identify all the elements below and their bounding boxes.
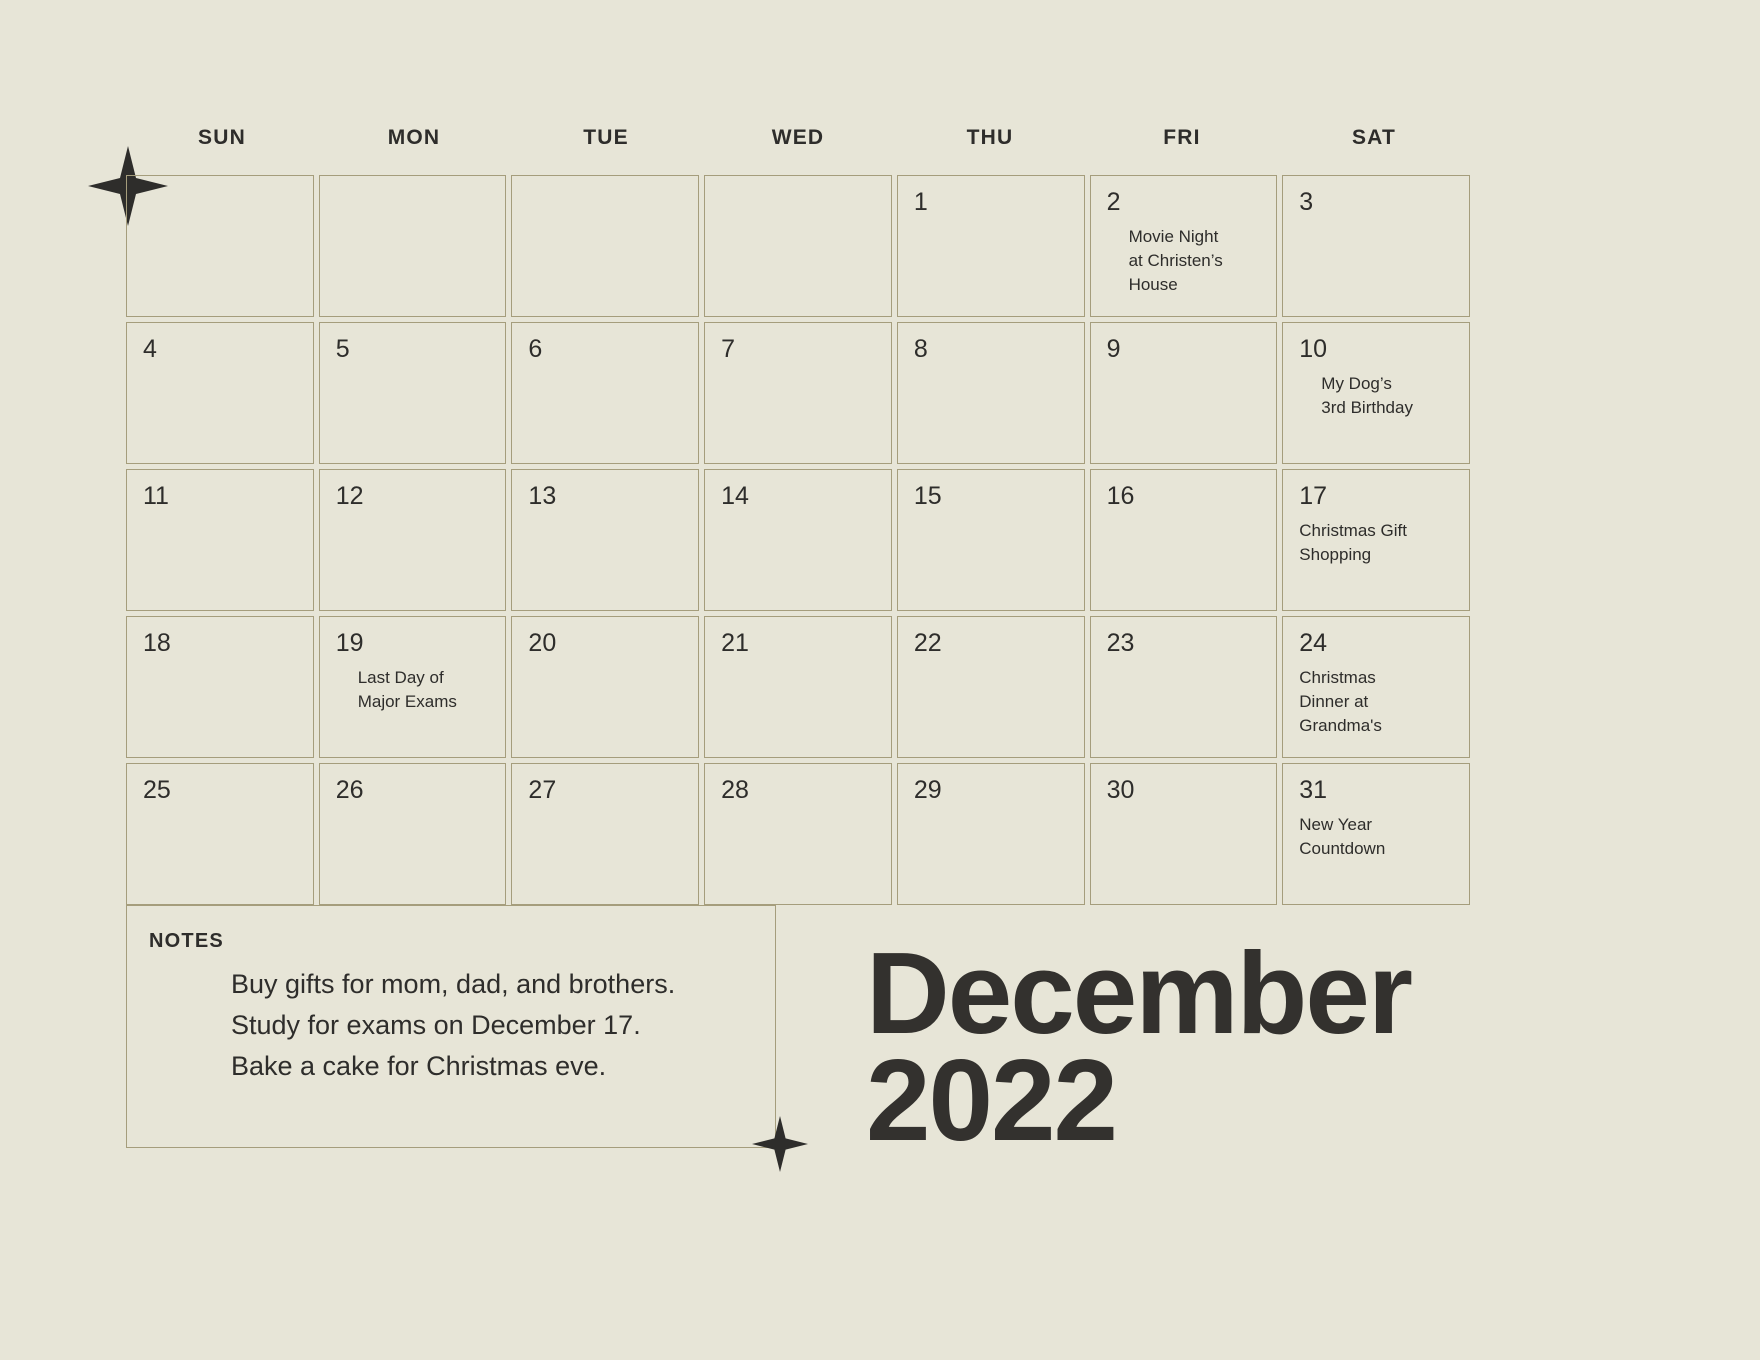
day-cell[interactable] bbox=[511, 175, 700, 317]
day-cell[interactable]: 24 Christmas Dinner at Grandma's bbox=[1282, 616, 1470, 758]
day-event: Movie Night at Christen’s House bbox=[1128, 227, 1223, 295]
day-cell[interactable]: 15 bbox=[896, 469, 1085, 611]
day-event: My Dog’s 3rd Birthday bbox=[1321, 374, 1413, 418]
day-number: 19 bbox=[335, 629, 364, 657]
day-event: Christmas Gift Shopping bbox=[1299, 521, 1407, 565]
day-number: 10 bbox=[1299, 335, 1328, 363]
weekday-label-sat: SAT bbox=[1351, 126, 1397, 149]
day-number: 12 bbox=[335, 482, 364, 510]
day-number: 8 bbox=[913, 335, 928, 363]
day-cell[interactable]: 16 bbox=[1089, 469, 1278, 611]
day-number: 16 bbox=[1106, 482, 1135, 510]
day-event: Last Day of Major Exams bbox=[357, 668, 457, 712]
weekday-header-row: SUN MON TUE WED THU FRI SAT bbox=[126, 126, 1470, 150]
day-number: 15 bbox=[913, 482, 942, 510]
notes-title: NOTES bbox=[149, 930, 224, 952]
day-number: 14 bbox=[721, 482, 749, 510]
day-cell[interactable]: 25 bbox=[126, 763, 314, 905]
day-cell[interactable]: 19 Last Day of Major Exams bbox=[318, 616, 507, 758]
day-cell[interactable]: 1 bbox=[896, 175, 1085, 317]
day-number: 11 bbox=[143, 482, 169, 510]
day-number: 24 bbox=[1299, 629, 1328, 657]
day-number: 29 bbox=[913, 776, 942, 804]
day-number: 7 bbox=[721, 335, 736, 363]
weekday-label-wed: WED bbox=[771, 126, 825, 149]
day-cell[interactable]: 12 bbox=[318, 469, 507, 611]
day-number: 1 bbox=[913, 188, 928, 216]
day-number: 25 bbox=[143, 776, 171, 804]
day-event: Christmas Dinner at Grandma's bbox=[1299, 668, 1382, 736]
day-number: 9 bbox=[1106, 335, 1121, 363]
day-cell[interactable]: 20 bbox=[511, 616, 700, 758]
day-cell[interactable]: 22 bbox=[896, 616, 1085, 758]
weekday-label-thu: THU bbox=[966, 126, 1014, 149]
day-cell[interactable]: 27 bbox=[511, 763, 700, 905]
day-cell[interactable]: 23 bbox=[1089, 616, 1278, 758]
day-cell[interactable]: 18 bbox=[126, 616, 314, 758]
day-cell[interactable]: 11 bbox=[126, 469, 314, 611]
day-cell[interactable]: 26 bbox=[318, 763, 507, 905]
day-number: 21 bbox=[721, 629, 749, 657]
calendar-grid: 1 2 Movie Night at Christen’s House 3 4 … bbox=[126, 175, 1470, 905]
page-title: December 2022 bbox=[866, 935, 1506, 1165]
day-cell[interactable] bbox=[126, 175, 314, 317]
day-number: 4 bbox=[143, 335, 157, 363]
day-cell[interactable] bbox=[704, 175, 892, 317]
day-number: 20 bbox=[528, 629, 557, 657]
day-number: 27 bbox=[528, 776, 557, 804]
day-cell[interactable]: 17 Christmas Gift Shopping bbox=[1282, 469, 1470, 611]
day-number: 2 bbox=[1106, 188, 1121, 216]
day-number: 26 bbox=[335, 776, 364, 804]
notes-panel[interactable]: NOTES Buy gifts for mom, dad, and brothe… bbox=[126, 905, 776, 1148]
day-number: 3 bbox=[1299, 188, 1314, 216]
day-number: 30 bbox=[1106, 776, 1135, 804]
day-cell[interactable]: 2 Movie Night at Christen’s House bbox=[1089, 175, 1278, 317]
day-number: 17 bbox=[1299, 482, 1328, 510]
day-cell[interactable] bbox=[318, 175, 507, 317]
day-cell[interactable]: 21 bbox=[704, 616, 892, 758]
day-cell[interactable]: 14 bbox=[704, 469, 892, 611]
day-cell[interactable]: 30 bbox=[1089, 763, 1278, 905]
day-cell[interactable]: 9 bbox=[1089, 322, 1278, 464]
day-number: 31 bbox=[1299, 776, 1328, 804]
day-event: New Year Countdown bbox=[1299, 815, 1386, 859]
day-cell[interactable]: 31 New Year Countdown bbox=[1282, 763, 1470, 905]
day-cell[interactable]: 29 bbox=[896, 763, 1085, 905]
weekday-label-mon: MON bbox=[387, 126, 441, 149]
day-number: 18 bbox=[143, 629, 171, 657]
title-year: 2022 bbox=[866, 1034, 1118, 1165]
day-number: 22 bbox=[913, 629, 942, 657]
day-number: 13 bbox=[528, 482, 557, 510]
day-number: 5 bbox=[335, 335, 350, 363]
weekday-label-sun: SUN bbox=[198, 126, 246, 149]
day-number: 6 bbox=[528, 335, 543, 363]
day-cell[interactable]: 6 bbox=[511, 322, 700, 464]
notes-body[interactable]: Buy gifts for mom, dad, and brothers. St… bbox=[231, 964, 765, 1087]
day-cell[interactable]: 3 bbox=[1282, 175, 1470, 317]
day-cell[interactable]: 5 bbox=[318, 322, 507, 464]
day-cell[interactable]: 10 My Dog’s 3rd Birthday bbox=[1282, 322, 1470, 464]
day-number: 28 bbox=[721, 776, 749, 804]
weekday-label-fri: FRI bbox=[1163, 126, 1201, 149]
day-cell[interactable]: 8 bbox=[896, 322, 1085, 464]
day-cell[interactable]: 7 bbox=[704, 322, 892, 464]
day-cell[interactable]: 13 bbox=[511, 469, 700, 611]
day-number: 23 bbox=[1106, 629, 1135, 657]
calendar-page: SUN MON TUE WED THU FRI SAT 1 2 Movie Ni… bbox=[0, 0, 1760, 1360]
day-cell[interactable]: 28 bbox=[704, 763, 892, 905]
day-cell[interactable]: 4 bbox=[126, 322, 314, 464]
weekday-label-tue: TUE bbox=[583, 126, 629, 149]
